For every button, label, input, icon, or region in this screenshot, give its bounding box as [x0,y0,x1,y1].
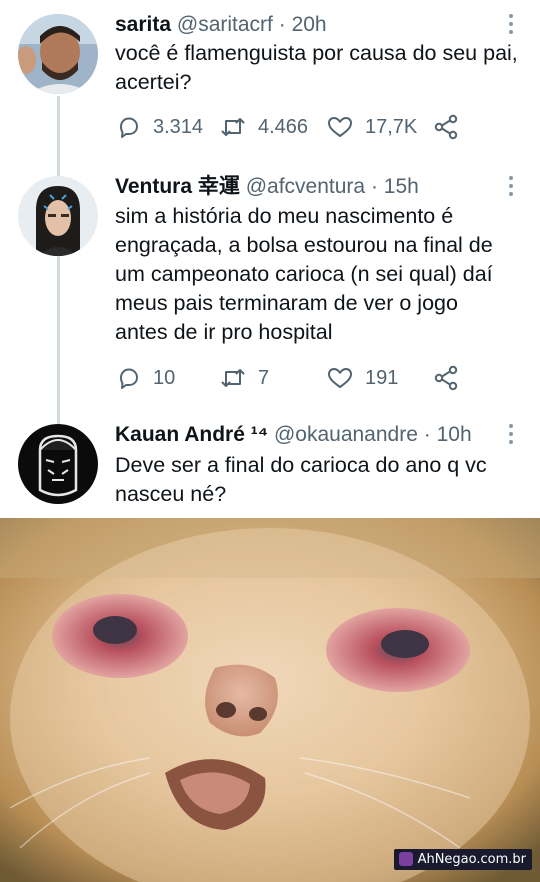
retweet-count: 7 [258,366,270,389]
tweet-text: sim a história do meu nascimento é engra… [115,204,493,344]
reply-button[interactable]: 3.314 [117,113,203,141]
tweet-header: Kauan André ¹⁴ @okauanandre · 10h [115,422,472,448]
display-name[interactable]: Kauan André ¹⁴ [115,423,268,446]
reply-icon [120,117,138,138]
user-handle[interactable]: @saritacrf [177,13,273,36]
timestamp[interactable]: 10h [437,423,472,446]
thread-line [57,256,60,412]
avatar[interactable] [18,176,98,256]
tweet-header: sarita @saritacrf · 20h [115,12,327,38]
more-options-icon[interactable] [508,176,514,200]
more-options-icon[interactable] [508,424,514,448]
avatar[interactable] [18,424,98,504]
thread-line [57,410,60,424]
share-button[interactable] [433,364,471,392]
reply-count: 10 [153,366,176,389]
user-handle[interactable]: @okauanandre [274,423,418,446]
retweet-count: 4.466 [258,115,309,138]
reply-icon [120,368,138,389]
reply-button[interactable]: 10 [117,364,175,392]
tweet-actions: 10 7 191 [117,364,517,392]
thread-line [57,160,60,176]
retweet-icon [221,118,245,136]
watermark-text: AhNegao.com.br [417,852,526,867]
retweet-button[interactable]: 7 [220,364,269,392]
crying-cat-image: AhNegao.com.br [0,518,540,882]
timestamp[interactable]: 20h [292,13,327,36]
user-handle[interactable]: @afcventura [246,175,365,198]
tweet-3[interactable]: Kauan André ¹⁴ @okauanandre · 10h Deve s… [0,410,540,518]
display-name[interactable]: sarita [115,13,171,36]
heart-icon [328,368,352,388]
share-icon [434,114,458,140]
like-count: 17,7K [365,115,418,138]
tweet-1[interactable]: sarita @saritacrf · 20h você é flamengui… [0,0,540,162]
tweet-actions: 3.314 4.466 17,7K [117,113,517,141]
separator: · [423,423,431,446]
share-icon [434,365,458,391]
watermark-logo-icon [398,852,413,866]
display-name[interactable]: Ventura 幸運 [115,175,240,198]
tweet-text: Deve ser a final do carioca do ano q vc … [115,453,487,506]
thread-line [57,96,60,162]
tweet-header: Ventura 幸運 @afcventura · 15h [115,174,419,200]
watermark: AhNegao.com.br [393,849,532,870]
tweet-2[interactable]: Ventura 幸運 @afcventura · 15h sim a histó… [0,160,540,412]
share-button[interactable] [433,113,471,141]
like-button[interactable]: 17,7K [327,113,417,141]
retweet-icon [221,369,245,387]
timestamp[interactable]: 15h [384,175,419,198]
heart-icon [328,117,352,137]
tweet-text: você é flamenguista por causa do seu pai… [115,41,518,94]
avatar[interactable] [18,14,98,94]
retweet-button[interactable]: 4.466 [220,113,308,141]
reply-count: 3.314 [153,115,204,138]
like-count: 191 [365,366,399,389]
more-options-icon[interactable] [508,14,514,38]
like-button[interactable]: 191 [327,364,398,392]
separator: · [278,13,286,36]
separator: · [370,175,378,198]
